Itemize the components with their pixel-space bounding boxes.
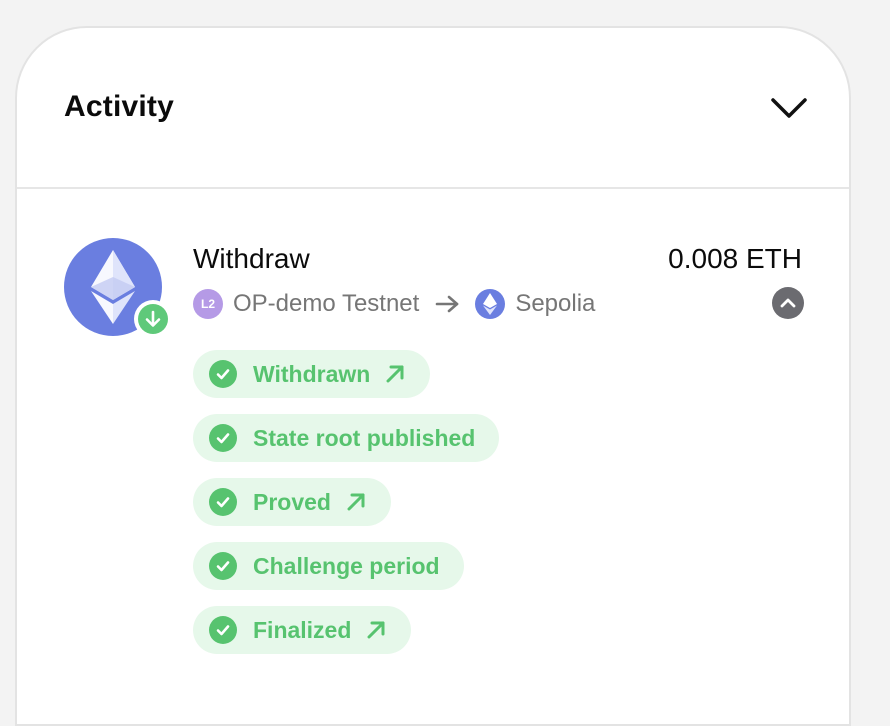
step-label: State root published [253, 424, 476, 451]
step-label: Challenge period [253, 552, 440, 579]
sepolia-chain-icon [475, 289, 506, 319]
activity-card: Activity Withdraw 0.008 ETH L2 OP-demo T… [15, 26, 851, 726]
external-link-icon[interactable] [365, 619, 387, 641]
page-title: Activity [64, 90, 174, 123]
arrow-down-icon [134, 300, 172, 338]
check-circle-icon [209, 360, 237, 388]
step-label: Finalized [253, 616, 352, 643]
chevron-up-icon[interactable] [772, 287, 804, 319]
withdrawal-steps: Withdrawn State root published Proved Ch… [193, 350, 500, 670]
step-withdrawn[interactable]: Withdrawn [193, 350, 431, 398]
check-circle-icon [209, 616, 237, 644]
check-circle-icon [209, 552, 237, 580]
step-state-root-published[interactable]: State root published [193, 414, 500, 462]
to-chain-label: Sepolia [515, 290, 596, 317]
step-label: Proved [253, 488, 331, 515]
step-proved[interactable]: Proved [193, 478, 391, 526]
check-circle-icon [209, 488, 237, 516]
transaction-amount: 0.008 ETH [668, 243, 802, 274]
step-challenge-period[interactable]: Challenge period [193, 542, 464, 590]
check-circle-icon [209, 424, 237, 452]
arrow-right-icon [435, 294, 461, 314]
chevron-down-icon[interactable] [769, 92, 809, 122]
from-chain-label: OP-demo Testnet [233, 290, 420, 317]
l2-chain-icon: L2 [193, 289, 223, 319]
transaction-type: Withdraw [193, 243, 310, 274]
activity-header: Activity [17, 28, 849, 189]
chain-route: L2 OP-demo Testnet Sepolia [193, 287, 595, 321]
step-label: Withdrawn [253, 360, 371, 387]
step-finalized[interactable]: Finalized [193, 606, 412, 654]
external-link-icon[interactable] [384, 363, 406, 385]
external-link-icon[interactable] [345, 491, 367, 513]
transaction-row[interactable]: Withdraw 0.008 ETH L2 OP-demo Testnet Se… [17, 189, 849, 724]
